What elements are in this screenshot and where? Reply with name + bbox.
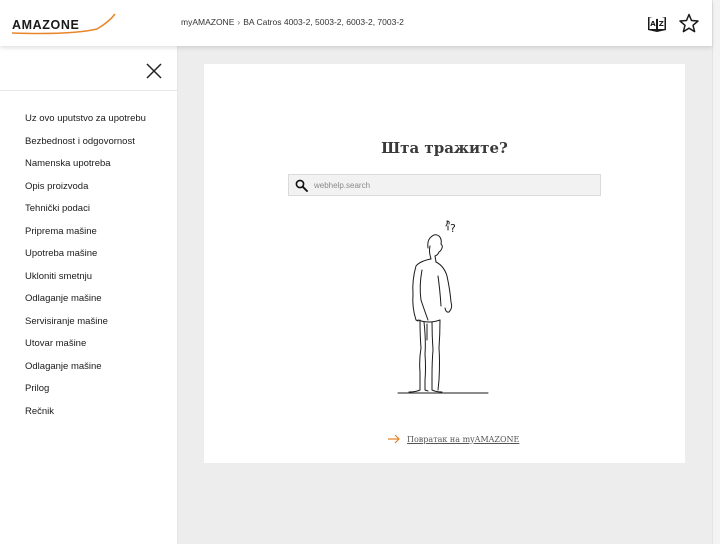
amazone-logo[interactable]: AMAZONE (11, 13, 117, 37)
sidebar-item-ukloniti-smetnju[interactable]: Ukloniti smetnju (0, 266, 177, 289)
sidebar-item-priprema-masine[interactable]: Priprema mašine (0, 221, 177, 244)
svg-text:Z: Z (659, 20, 664, 28)
header: AMAZONE myAMAZONE › BA Catros 4003-2, 5003… (0, 0, 712, 46)
breadcrumb-separator: › (237, 17, 241, 27)
search-input[interactable] (314, 175, 598, 195)
breadcrumb: myAMAZONE › BA Catros 4003-2, 5003-2, 6003… (181, 17, 404, 27)
sidebar-item-bezbednost[interactable]: Bezbednost i odgovornost (0, 131, 177, 154)
sidebar-item-odlaganje-masine[interactable]: Odlaganje mašine (0, 288, 177, 311)
page-title: Шта тражите? (381, 139, 508, 157)
logo-text: AMAZONE (12, 18, 79, 32)
back-link-label: Повратак на myAMAZONE (407, 434, 520, 444)
breadcrumb-myamazone[interactable]: myAMAZONE (181, 17, 234, 27)
person-looking-up-question-icon: ? (397, 220, 489, 394)
arrow-right-icon (388, 434, 400, 444)
sidebar-item-uz-ovo-uputstvo[interactable]: Uz ovo uputstvo za upotrebu (0, 108, 177, 131)
sidebar-header (0, 46, 177, 91)
svg-text:A: A (650, 20, 656, 28)
sidebar-item-prilog[interactable]: Prilog (0, 378, 177, 401)
star-outline-icon[interactable] (678, 12, 700, 34)
svg-text:?: ? (450, 222, 456, 235)
search-box[interactable] (288, 174, 601, 196)
sidebar: Uz ovo uputstvo za upotrebu Bezbednost i… (0, 46, 178, 544)
page-scrollbar[interactable] (712, 0, 720, 544)
dictionary-az-icon[interactable]: A Z (646, 12, 668, 34)
sidebar-item-recnik[interactable]: Rečnik (0, 401, 177, 424)
sidebar-item-odlaganje-masine-2[interactable]: Odlaganje mašine (0, 356, 177, 379)
back-to-myamazone-link[interactable]: Повратак на myAMAZONE (387, 432, 519, 446)
sidebar-item-servisiranje-masine[interactable]: Servisiranje mašine (0, 311, 177, 334)
search-card: Шта тражите? ? (204, 64, 685, 463)
breadcrumb-current-document: BA Catros 4003-2, 5003-2, 6003-2, 7003-2 (243, 17, 404, 27)
sidebar-nav: Uz ovo uputstvo za upotrebu Bezbednost i… (0, 91, 177, 423)
sidebar-item-namenska-upotreba[interactable]: Namenska upotreba (0, 153, 177, 176)
sidebar-item-upotreba-masine[interactable]: Upotreba mašine (0, 243, 177, 266)
sidebar-item-utovar-masine[interactable]: Utovar mašine (0, 333, 177, 356)
sidebar-item-tehnicki-podaci[interactable]: Tehnički podaci (0, 198, 177, 221)
search-icon[interactable] (295, 179, 308, 192)
close-icon[interactable] (143, 60, 165, 82)
sidebar-item-opis-proizvoda[interactable]: Opis proizvoda (0, 176, 177, 199)
